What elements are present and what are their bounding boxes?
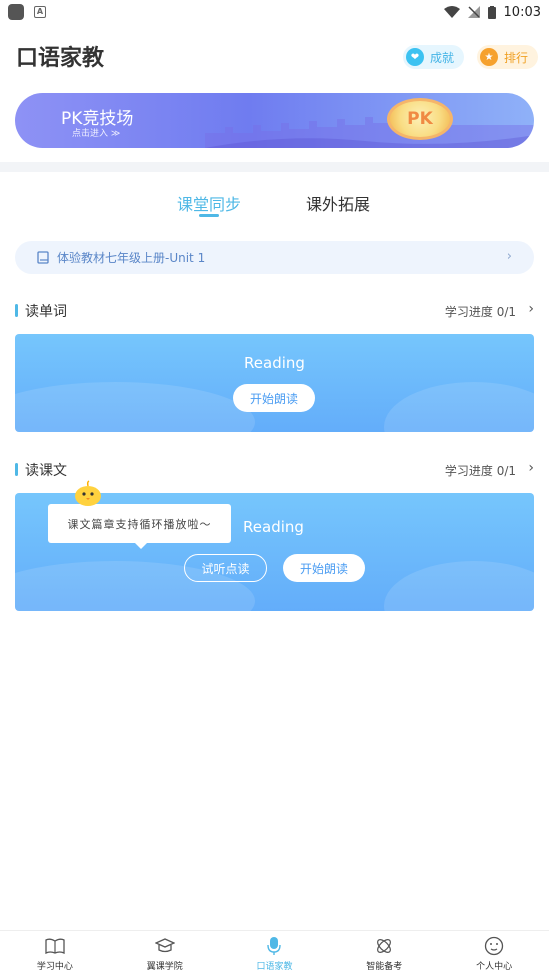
wifi-icon xyxy=(443,6,460,18)
nav-smart-prep[interactable]: 智能备考 xyxy=(329,931,439,976)
achievement-label: 成就 xyxy=(430,50,455,65)
section-divider xyxy=(0,162,549,172)
textbook-selector[interactable]: 体验教材七年级上册-Unit 1 › xyxy=(15,241,534,274)
pk-subtitle: 点击进入 ≫ xyxy=(72,129,121,139)
graduation-cap-icon xyxy=(154,935,176,957)
nav-personal-center[interactable]: 个人中心 xyxy=(439,931,549,976)
tip-bubble: 课文篇章支持循环播放啦～ xyxy=(48,504,231,543)
castle-wall-illustration xyxy=(205,117,534,148)
mascot-chick-icon xyxy=(75,480,101,506)
bottom-navigation: 学习中心 翼课学院 口语家教 智能备考 个人中心 xyxy=(0,930,549,976)
book-icon xyxy=(44,935,66,957)
microphone-icon xyxy=(263,935,285,957)
listen-preview-button[interactable]: 试听点读 xyxy=(184,554,267,582)
ranking-button[interactable]: ★ 排行 xyxy=(477,45,539,69)
active-tab-indicator xyxy=(199,214,219,217)
nav-label: 学习中心 xyxy=(36,962,73,972)
ranking-label: 排行 xyxy=(504,50,529,65)
tab-extracurricular[interactable]: 课外拓展 xyxy=(306,191,370,215)
chevron-right-icon[interactable]: › xyxy=(528,301,534,317)
book-icon xyxy=(37,251,49,264)
pk-arena-banner[interactable]: PK竞技场 点击进入 ≫ PK xyxy=(15,93,534,148)
nav-academy[interactable]: 翼课学院 xyxy=(110,931,220,976)
section-header-text: 读课文 学习进度 0/1 › xyxy=(15,460,534,480)
nav-label: 智能备考 xyxy=(366,962,403,972)
reading-card-words: Reading 开始朗读 xyxy=(15,334,534,432)
nav-study-center[interactable]: 学习中心 xyxy=(0,931,110,976)
chevron-right-icon: › xyxy=(506,249,512,264)
pk-badge: PK xyxy=(387,98,453,140)
page-title: 口语家教 xyxy=(16,46,105,71)
nav-label: 个人中心 xyxy=(476,962,513,972)
nav-label: 口语家教 xyxy=(256,962,293,972)
card-title: Reading xyxy=(244,354,305,372)
battery-icon xyxy=(487,5,496,19)
heart-icon: ❤ xyxy=(406,48,424,66)
tip-bubble-tail xyxy=(135,543,147,549)
progress-label: 学习进度 xyxy=(444,305,493,319)
progress-value: 0/1 xyxy=(496,464,516,478)
start-reading-button[interactable]: 开始朗读 xyxy=(283,554,365,582)
progress-text[interactable]: 学习进度 0/1 xyxy=(445,462,516,479)
nav-oral-tutor[interactable]: 口语家教 xyxy=(220,931,330,976)
progress-value: 0/1 xyxy=(496,305,516,319)
status-bar: A 10:03 xyxy=(0,0,549,24)
achievement-button[interactable]: ❤ 成就 xyxy=(403,45,465,69)
status-time: 10:03 xyxy=(503,4,541,20)
textbook-label: 体验教材七年级上册-Unit 1 xyxy=(57,251,206,265)
section-title: 读单词 xyxy=(25,304,67,320)
section-title: 读课文 xyxy=(25,463,67,479)
progress-label: 学习进度 xyxy=(444,464,493,478)
progress-text[interactable]: 学习进度 0/1 xyxy=(445,303,516,320)
chevron-right-icon[interactable]: › xyxy=(528,460,534,476)
nav-label: 翼课学院 xyxy=(146,962,183,972)
tab-classroom-sync[interactable]: 课堂同步 xyxy=(177,191,241,215)
section-header-words: 读单词 学习进度 0/1 › xyxy=(15,301,534,321)
atom-icon xyxy=(373,935,395,957)
app-notification-icon xyxy=(8,4,24,20)
a-notification-icon: A xyxy=(34,6,46,18)
no-signal-icon xyxy=(467,6,480,18)
section-marker xyxy=(15,463,18,476)
start-reading-button[interactable]: 开始朗读 xyxy=(233,384,315,412)
star-icon: ★ xyxy=(480,48,498,66)
section-marker xyxy=(15,304,18,317)
face-icon xyxy=(483,935,505,957)
